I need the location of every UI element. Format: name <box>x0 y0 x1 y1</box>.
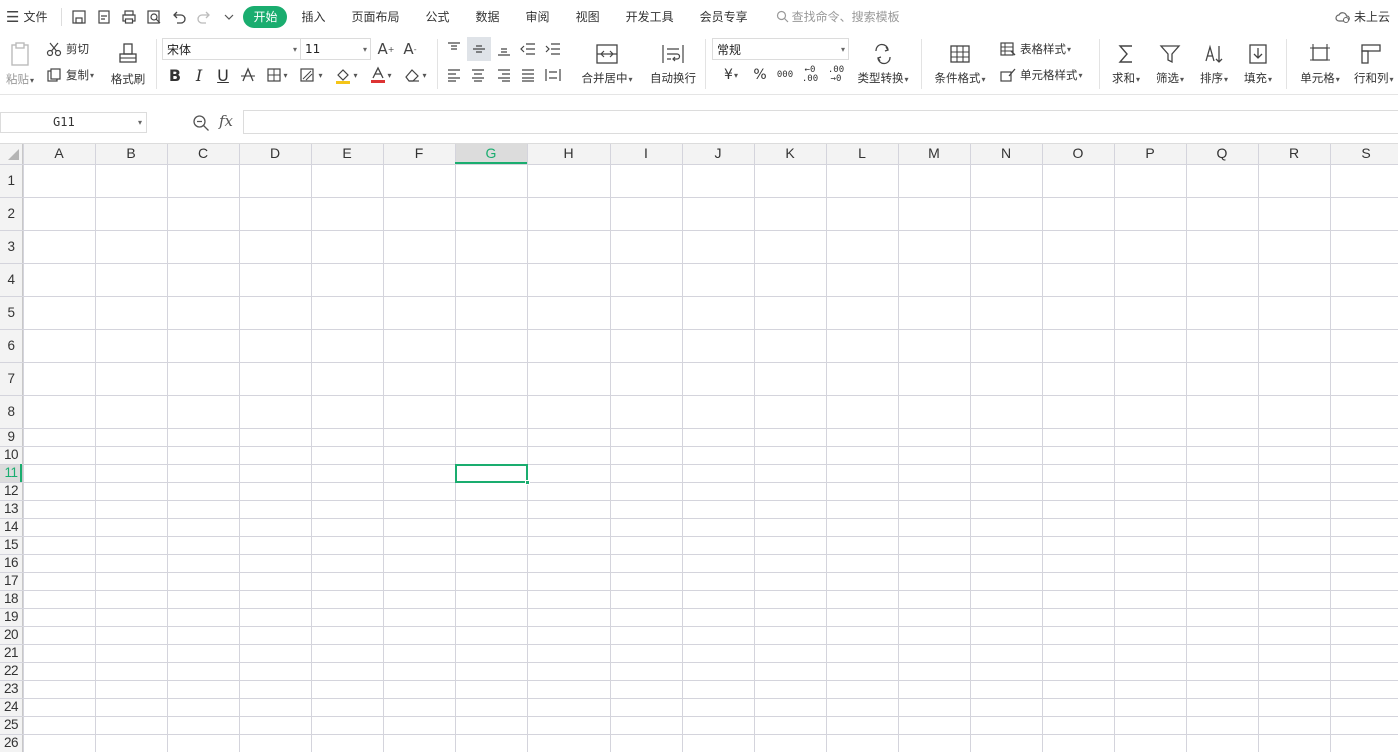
column-header-p[interactable]: P <box>1114 143 1186 164</box>
row-header-14[interactable]: 14 <box>0 518 22 536</box>
row-header-19[interactable]: 19 <box>0 608 22 626</box>
column-header-o[interactable]: O <box>1042 143 1114 164</box>
column-header-c[interactable]: C <box>167 143 239 164</box>
column-header-h[interactable]: H <box>527 143 610 164</box>
column-header-g[interactable]: G <box>455 143 527 164</box>
row-header-6[interactable]: 6 <box>0 329 22 362</box>
row-header-9[interactable]: 9 <box>0 428 22 446</box>
row-header-22[interactable]: 22 <box>0 662 22 680</box>
row-header-21[interactable]: 21 <box>0 644 22 662</box>
column-header-a[interactable]: A <box>23 143 95 164</box>
column-header-q[interactable]: Q <box>1186 143 1258 164</box>
row-header-17[interactable]: 17 <box>0 572 22 590</box>
column-header-k[interactable]: K <box>754 143 826 164</box>
spreadsheet-app: ☰ 文件 开始 插入 页面布局 公式 数据 审阅 视图 开发工具 会员专享 查找… <box>0 0 1398 752</box>
row-header-10[interactable]: 10 <box>0 446 22 464</box>
cell-selection[interactable] <box>455 464 530 485</box>
row-header-2[interactable]: 2 <box>0 197 22 230</box>
worksheet-grid <box>0 143 1398 752</box>
row-header-20[interactable]: 20 <box>0 626 22 644</box>
column-header-l[interactable]: L <box>826 143 898 164</box>
row-header-15[interactable]: 15 <box>0 536 22 554</box>
column-header-j[interactable]: J <box>682 143 754 164</box>
column-header-m[interactable]: M <box>898 143 970 164</box>
column-header-f[interactable]: F <box>383 143 455 164</box>
column-header-b[interactable]: B <box>95 143 167 164</box>
fill-handle[interactable] <box>525 480 530 485</box>
row-header-26[interactable]: 26 <box>0 734 22 752</box>
row-header-1[interactable]: 1 <box>0 164 22 197</box>
row-header-13[interactable]: 13 <box>0 500 22 518</box>
row-header-8[interactable]: 8 <box>0 395 22 428</box>
row-header-7[interactable]: 7 <box>0 362 22 395</box>
row-header-4[interactable]: 4 <box>0 263 22 296</box>
row-header-3[interactable]: 3 <box>0 230 22 263</box>
row-header-25[interactable]: 25 <box>0 716 22 734</box>
row-header-16[interactable]: 16 <box>0 554 22 572</box>
column-header-d[interactable]: D <box>239 143 311 164</box>
row-header-12[interactable]: 12 <box>0 482 22 500</box>
row-header-5[interactable]: 5 <box>0 296 22 329</box>
column-header-i[interactable]: I <box>610 143 682 164</box>
column-header-e[interactable]: E <box>311 143 383 164</box>
column-header-s[interactable]: S <box>1330 143 1398 164</box>
row-header-23[interactable]: 23 <box>0 680 22 698</box>
column-header-n[interactable]: N <box>970 143 1042 164</box>
column-header-r[interactable]: R <box>1258 143 1330 164</box>
row-header-24[interactable]: 24 <box>0 698 22 716</box>
row-header-18[interactable]: 18 <box>0 590 22 608</box>
row-header-11[interactable]: 11 <box>0 464 22 482</box>
